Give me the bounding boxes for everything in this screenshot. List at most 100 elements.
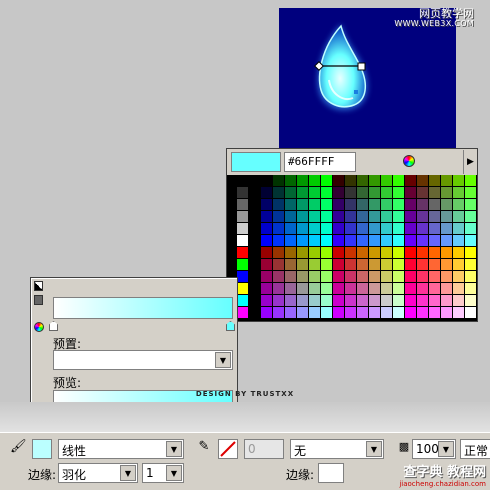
swatch-cell[interactable] [465,259,476,270]
swatch-cell[interactable] [465,199,476,210]
swatch-cell[interactable] [369,175,380,186]
swatch-cell[interactable] [441,247,452,258]
swatch-cell[interactable] [429,175,440,186]
swatch-cell[interactable] [405,295,416,306]
swatch-cell[interactable] [261,283,272,294]
swatch-cell[interactable] [273,187,284,198]
swatch-cell[interactable] [369,199,380,210]
swatch-cell[interactable] [321,283,332,294]
swatch-cell[interactable] [261,259,272,270]
swatch-cell[interactable] [297,307,308,318]
swatch-cell[interactable] [321,223,332,234]
swatch-cell[interactable] [345,271,356,282]
swatch-cell[interactable] [297,295,308,306]
swatch-cell[interactable] [357,271,368,282]
swatch-cell[interactable] [357,187,368,198]
swatch-cell[interactable] [309,223,320,234]
swatch-cell[interactable] [273,175,284,186]
swatch-cell[interactable] [381,175,392,186]
swatch-cell[interactable] [321,235,332,246]
swatch-cell[interactable] [393,271,404,282]
swatch-cell[interactable] [453,259,464,270]
blend-mode-select[interactable]: 正常 [460,439,490,459]
swatch-cell[interactable] [393,295,404,306]
swatch-cell[interactable] [345,211,356,222]
swatch-cell[interactable] [453,295,464,306]
swatch-cell[interactable] [297,199,308,210]
swatch-cell[interactable] [357,247,368,258]
swatch-cell[interactable] [237,247,248,258]
swatch-cell[interactable] [381,223,392,234]
swatch-grid-svg[interactable] [227,175,477,321]
swatch-cell[interactable] [381,271,392,282]
swatch-cell[interactable] [345,235,356,246]
swatch-cell[interactable] [405,247,416,258]
chevron-down-icon[interactable]: ▼ [215,352,231,368]
swatch-cell[interactable] [285,283,296,294]
swatch-cell[interactable] [357,283,368,294]
swatch-cell[interactable] [273,247,284,258]
swatch-cell[interactable] [273,211,284,222]
swatch-cell[interactable] [285,259,296,270]
swatch-cell[interactable] [429,271,440,282]
swatch-cell[interactable] [369,247,380,258]
swatch-cell[interactable] [345,187,356,198]
swatch-cell[interactable] [297,259,308,270]
swatch-cell[interactable] [369,271,380,282]
swatch-cell[interactable] [465,247,476,258]
swatch-cell[interactable] [381,283,392,294]
swatch-cell[interactable] [237,283,248,294]
swatch-cell[interactable] [297,283,308,294]
swatch-cell[interactable] [357,211,368,222]
swatch-cell[interactable] [297,175,308,186]
swatch-cell[interactable] [429,283,440,294]
swatch-cell[interactable] [369,295,380,306]
swatch-cell[interactable] [417,187,428,198]
panel-menu-arrow-icon[interactable]: ▶ [463,150,477,174]
swatch-cell[interactable] [441,199,452,210]
swatch-cell[interactable] [465,295,476,306]
edge-amount-field[interactable]: 1 ▼ [142,463,184,483]
swatch-cell[interactable] [237,307,248,318]
swatch-cell[interactable] [261,199,272,210]
edge-field-2[interactable] [318,463,344,483]
swatch-cell[interactable] [309,247,320,258]
swatch-cell[interactable] [357,175,368,186]
swatch-cell[interactable] [273,235,284,246]
swatch-cell[interactable] [321,199,332,210]
swatch-cell[interactable] [333,307,344,318]
swatch-cell[interactable] [405,199,416,210]
swatch-cell[interactable] [237,223,248,234]
swatch-cell[interactable] [285,199,296,210]
swatch-cell[interactable] [405,271,416,282]
chevron-down-icon[interactable]: ▼ [438,441,454,457]
swatch-cell[interactable] [333,247,344,258]
stroke-color-swatch[interactable] [218,439,238,459]
swatch-cell[interactable] [381,187,392,198]
swatch-cell[interactable] [237,295,248,306]
swatch-cell[interactable] [429,223,440,234]
swatch-cell[interactable] [465,271,476,282]
swatch-cell[interactable] [261,247,272,258]
swatch-cell[interactable] [297,187,308,198]
swatch-cell[interactable] [357,199,368,210]
swatch-cell[interactable] [297,235,308,246]
swatch-cell[interactable] [417,199,428,210]
swatch-cell[interactable] [369,307,380,318]
canvas-preview[interactable] [279,8,456,158]
swatch-cell[interactable] [345,259,356,270]
swatch-cell[interactable] [393,211,404,222]
swatch-cell[interactable] [429,259,440,270]
swatch-cell[interactable] [381,199,392,210]
swatch-cell[interactable] [285,175,296,186]
swatch-cell[interactable] [465,307,476,318]
swatch-cell[interactable] [441,211,452,222]
swatch-cell[interactable] [309,259,320,270]
edge-select[interactable]: 羽化 ▼ [58,463,138,483]
swatch-cell[interactable] [237,175,248,186]
paint-bucket-icon[interactable]: 🖌 [10,439,27,455]
swatch-cell[interactable] [465,223,476,234]
swatch-cell[interactable] [417,271,428,282]
swatch-cell[interactable] [237,271,248,282]
swatch-cell[interactable] [441,283,452,294]
